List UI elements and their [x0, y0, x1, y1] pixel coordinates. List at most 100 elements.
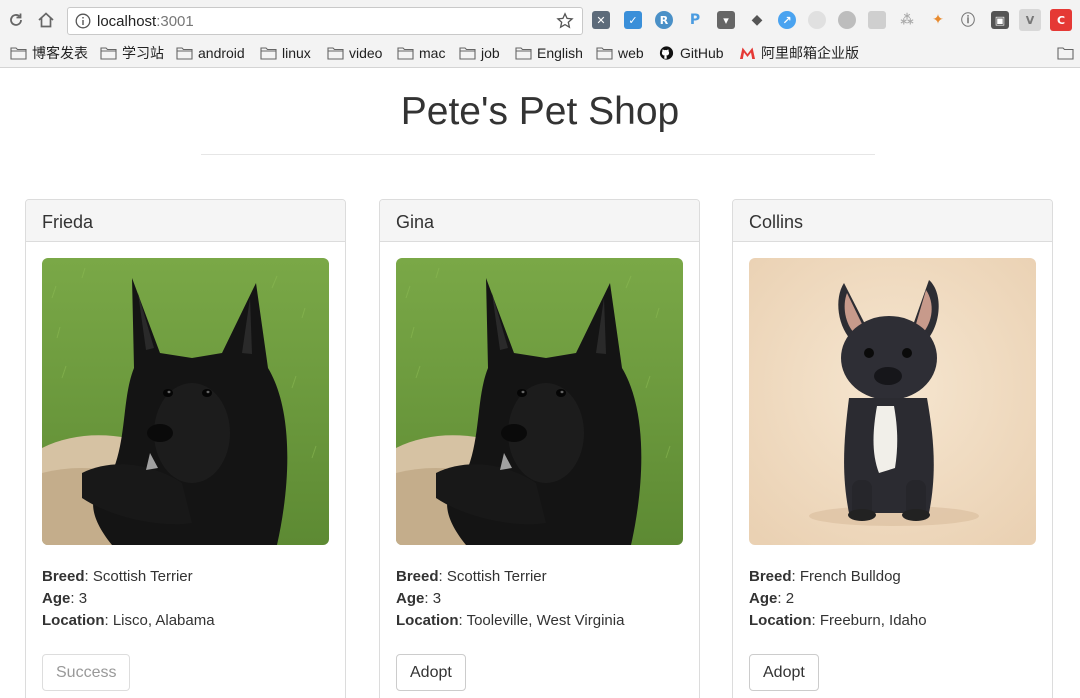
breed-label: Breed: [396, 568, 439, 585]
location-value: Lisco, Alabama: [112, 612, 215, 629]
success-button[interactable]: Success: [42, 654, 131, 691]
adopt-button[interactable]: Adopt: [749, 654, 819, 691]
pet-name: Frieda: [26, 200, 345, 242]
pet-age: Age: 3: [42, 590, 88, 607]
bookmark-item[interactable]: mac: [397, 43, 445, 63]
location-value: Tooleville, West Virginia: [466, 612, 625, 629]
reload-icon[interactable]: [5, 9, 27, 31]
url-port: :3001: [156, 13, 194, 30]
location-label: Location: [42, 612, 105, 629]
v-icon[interactable]: V: [1019, 9, 1041, 31]
scottish-terrier-photo: [396, 258, 683, 545]
bookmark-item[interactable]: job: [459, 43, 500, 63]
bookmark-label: web: [618, 45, 644, 61]
title-divider: [201, 154, 875, 155]
bookmark-item[interactable]: android: [176, 43, 245, 63]
github-icon: [658, 46, 675, 60]
address-bar[interactable]: localhost:3001: [67, 7, 583, 35]
bookmark-label: job: [481, 45, 500, 61]
location-label: Location: [396, 612, 459, 629]
bookmark-item[interactable]: 阿里邮箱企业版: [739, 43, 859, 63]
pet-location: Location: Tooleville, West Virginia: [396, 612, 625, 629]
bookmark-label: 学习站: [122, 45, 164, 61]
location-value: Freeburn, Idaho: [819, 612, 927, 629]
breed-value: French Bulldog: [799, 568, 901, 585]
bookmark-item[interactable]: 博客发表: [10, 43, 88, 63]
pet-breed: Breed: French Bulldog: [749, 568, 901, 585]
age-label: Age: [749, 590, 778, 607]
pet-name: Gina: [380, 200, 699, 242]
home-icon[interactable]: [35, 9, 57, 31]
x-icon[interactable]: ✕: [592, 11, 610, 29]
pet-location: Location: Lisco, Alabama: [42, 612, 215, 629]
c-icon[interactable]: C: [1050, 9, 1072, 31]
pocket-icon[interactable]: ▾: [717, 11, 735, 29]
browser-chrome: localhost:3001 ✕ ✓ R P ▾ ◆ ↗ ⁂ ✦ ⓘ ▣ V C…: [0, 0, 1080, 68]
pet-location: Location: Freeburn, Idaho: [749, 612, 927, 629]
other-bookmarks-folder-icon[interactable]: [1057, 43, 1079, 63]
bookmark-label: linux: [282, 45, 311, 61]
bookmark-label: video: [349, 45, 383, 61]
folder-icon: [397, 46, 414, 60]
mail-m-icon: [739, 46, 756, 60]
folder-icon: [596, 46, 613, 60]
pet-age: Age: 3: [396, 590, 442, 607]
age-value: 3: [78, 590, 88, 607]
pet-breed: Breed: Scottish Terrier: [396, 568, 547, 585]
breed-value: Scottish Terrier: [446, 568, 547, 585]
pet-card: Gina Breed: Scottish Terrier Age: 3 Loca…: [379, 199, 700, 698]
p-icon[interactable]: P: [686, 11, 704, 29]
check-icon[interactable]: ✓: [624, 11, 642, 29]
bookmark-star-icon[interactable]: [556, 12, 574, 30]
age-label: Age: [396, 590, 425, 607]
age-value: 2: [785, 590, 795, 607]
folder-icon: [515, 46, 532, 60]
info-icon[interactable]: [75, 13, 91, 29]
scottish-terrier-photo: [42, 258, 329, 545]
tree-icon[interactable]: ⁂: [898, 11, 916, 29]
age-label: Age: [42, 590, 71, 607]
bookmark-item[interactable]: GitHub: [658, 43, 724, 63]
pet-breed: Breed: Scottish Terrier: [42, 568, 193, 585]
pet-card: Frieda Breed: Scottish Terrier Age: 3 Lo…: [25, 199, 346, 698]
adopt-button[interactable]: Adopt: [396, 654, 466, 691]
r-icon[interactable]: R: [655, 11, 673, 29]
bookmark-item[interactable]: 学习站: [100, 43, 164, 63]
bookmark-item[interactable]: linux: [260, 43, 311, 63]
evernote-icon[interactable]: ◆: [748, 11, 766, 29]
pet-card: Collins Breed: French Bulldog Age: 2 Loc…: [732, 199, 1053, 698]
age-value: 3: [432, 590, 442, 607]
page-title: Pete's Pet Shop: [400, 90, 680, 133]
bookmark-label: GitHub: [680, 45, 724, 61]
breed-label: Breed: [749, 568, 792, 585]
bookmarks-bar: 博客发表 学习站 android linux video mac job English web…: [0, 40, 1080, 66]
folder-icon: [100, 46, 117, 60]
stamp-icon[interactable]: [868, 11, 886, 29]
folder-icon: [459, 46, 476, 60]
bookmark-label: 阿里邮箱企业版: [761, 45, 859, 61]
folder-icon: [10, 46, 27, 60]
bookmark-label: English: [537, 45, 583, 61]
pet-age: Age: 2: [749, 590, 795, 607]
folder-icon: [327, 46, 344, 60]
bookmark-label: android: [198, 45, 245, 61]
bookmark-label: 博客发表: [32, 45, 88, 61]
cloud-icon[interactable]: [838, 11, 856, 29]
location-label: Location: [749, 612, 812, 629]
bookmark-item[interactable]: web: [596, 43, 644, 63]
bookmark-item[interactable]: video: [327, 43, 382, 63]
breed-label: Breed: [42, 568, 85, 585]
compass-icon[interactable]: ↗: [778, 11, 796, 29]
french-bulldog-photo: [749, 258, 1036, 545]
breed-value: Scottish Terrier: [92, 568, 193, 585]
briefcase-icon[interactable]: ▣: [991, 11, 1009, 29]
ghost-icon[interactable]: [808, 11, 826, 29]
bookmark-item[interactable]: English: [515, 43, 583, 63]
bookmark-label: mac: [419, 45, 446, 61]
fox-icon[interactable]: ✦: [929, 11, 947, 29]
browser-toolbar: localhost:3001 ✕ ✓ R P ▾ ◆ ↗ ⁂ ✦ ⓘ ▣ V C: [0, 0, 1080, 40]
info-circle-icon[interactable]: ⓘ: [959, 11, 977, 29]
url-text[interactable]: localhost:3001: [97, 13, 194, 31]
pet-name: Collins: [733, 200, 1052, 242]
url-host: localhost: [97, 13, 157, 30]
